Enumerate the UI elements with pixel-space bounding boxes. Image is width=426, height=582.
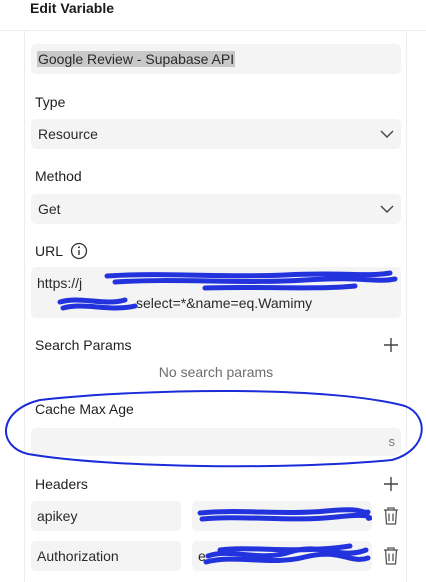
cache-max-age-input[interactable]: s bbox=[31, 428, 401, 456]
info-icon[interactable] bbox=[70, 242, 88, 260]
method-selected-value: Get bbox=[38, 201, 61, 217]
header-value-visible: e bbox=[198, 548, 206, 564]
panel-title: Edit Variable bbox=[30, 0, 115, 16]
delete-header-icon[interactable] bbox=[382, 546, 400, 566]
method-select[interactable]: Get bbox=[31, 194, 401, 224]
cache-unit-suffix: s bbox=[388, 434, 396, 449]
url-visible-end: select=*&name=eq.Wamimy bbox=[136, 295, 313, 311]
header-divider bbox=[0, 30, 426, 31]
chevron-down-icon bbox=[380, 205, 394, 213]
url-line-1: https://j bbox=[37, 273, 395, 293]
search-params-label: Search Params bbox=[35, 337, 132, 353]
variable-name-value: Google Review - Supabase API bbox=[37, 51, 236, 67]
headers-label: Headers bbox=[35, 476, 88, 492]
variable-name-input[interactable]: Google Review - Supabase API bbox=[31, 44, 401, 74]
url-visible-start: https://j bbox=[37, 275, 83, 291]
method-label: Method bbox=[35, 168, 82, 184]
search-params-empty-message: No search params bbox=[158, 364, 274, 380]
header-value-input-apikey[interactable] bbox=[192, 501, 372, 531]
add-search-param-icon[interactable] bbox=[383, 337, 399, 353]
type-select[interactable]: Resource bbox=[31, 119, 401, 149]
chevron-down-icon bbox=[380, 130, 394, 138]
url-input[interactable]: https://j select=*&name=eq.Wamimy bbox=[31, 267, 401, 318]
panel-right-border bbox=[406, 30, 407, 582]
type-selected-value: Resource bbox=[38, 126, 98, 142]
header-value-input-authorization[interactable]: e bbox=[192, 541, 372, 571]
header-key-input-apikey[interactable]: apikey bbox=[31, 501, 181, 531]
type-label: Type bbox=[35, 94, 66, 110]
add-header-icon[interactable] bbox=[383, 476, 399, 492]
url-line-2: select=*&name=eq.Wamimy bbox=[37, 293, 395, 313]
header-value-visible bbox=[192, 501, 204, 515]
cache-max-age-label: Cache Max Age bbox=[35, 401, 134, 417]
url-label: URL bbox=[35, 243, 64, 259]
delete-header-icon[interactable] bbox=[382, 506, 400, 526]
header-key-input-authorization[interactable]: Authorization bbox=[31, 541, 181, 571]
panel-left-border bbox=[24, 30, 25, 582]
